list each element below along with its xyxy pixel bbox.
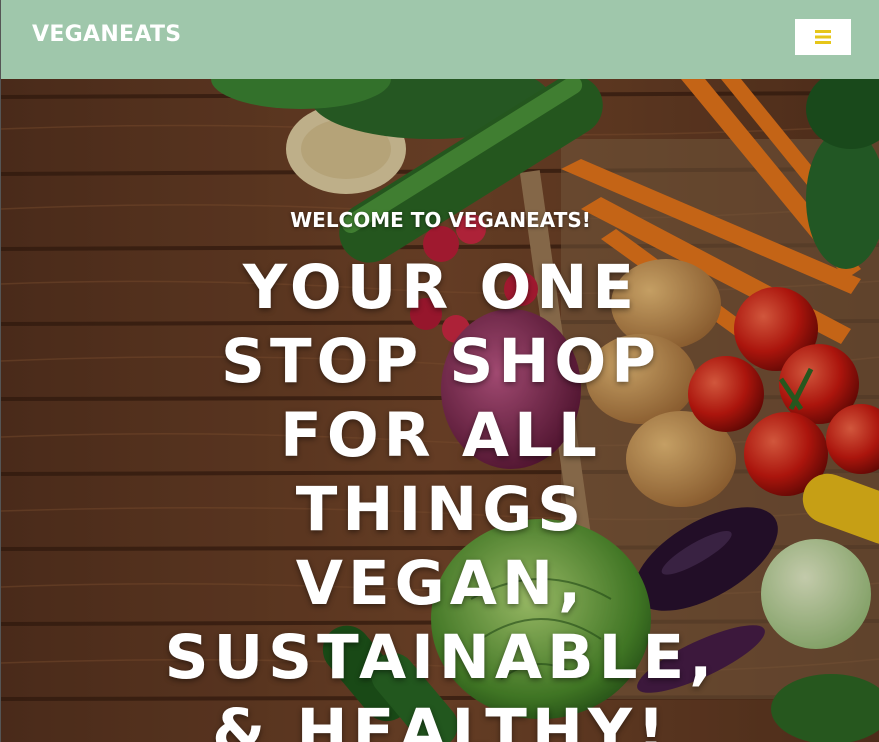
hamburger-menu-icon: [815, 30, 831, 44]
hero-kicker: WELCOME TO VEGANEATS!: [290, 208, 591, 232]
hero-headline: YOUR ONE STOP SHOP FOR ALL THINGS VEGAN,…: [164, 252, 718, 742]
navbar: VEGANEATS: [1, 0, 879, 79]
page: VEGANEATS WELCOME TO VEGANEATS! YOUR ONE…: [0, 0, 879, 742]
brand-logo-link[interactable]: VEGANEATS: [32, 22, 181, 47]
menu-toggle-button[interactable]: [795, 19, 851, 55]
hero-section: WELCOME TO VEGANEATS! YOUR ONE STOP SHOP…: [1, 79, 879, 742]
